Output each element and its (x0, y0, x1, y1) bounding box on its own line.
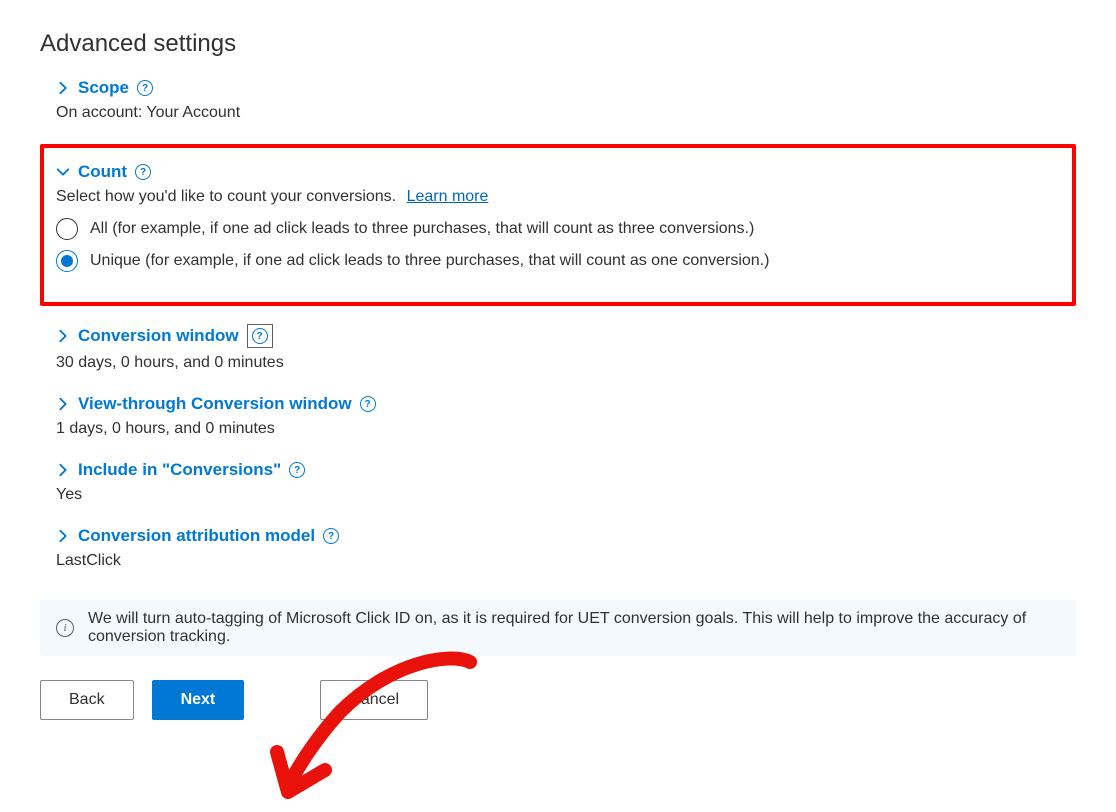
section-conversion-window: Conversion window ? 30 days, 0 hours, an… (40, 324, 1076, 372)
button-row: Back Next Cancel (40, 680, 1076, 720)
radio-icon[interactable] (56, 250, 78, 272)
help-icon-boxed[interactable]: ? (247, 324, 273, 348)
info-icon: i (56, 619, 74, 637)
chevron-right-icon (56, 463, 70, 477)
chevron-down-icon (56, 165, 70, 179)
help-icon[interactable]: ? (323, 528, 339, 544)
radio-option-all[interactable]: All (for example, if one ad click leads … (56, 218, 1060, 240)
chevron-right-icon (56, 329, 70, 343)
include-header[interactable]: Include in "Conversions" ? (56, 460, 1076, 480)
section-scope: Scope ? On account: Your Account (40, 78, 1076, 122)
scope-label: Scope (78, 78, 129, 98)
include-label: Include in "Conversions" (78, 460, 281, 480)
attribution-header[interactable]: Conversion attribution model ? (56, 526, 1076, 546)
count-label: Count (78, 162, 127, 182)
info-banner: i We will turn auto-tagging of Microsoft… (40, 600, 1076, 656)
chevron-right-icon (56, 397, 70, 411)
back-button[interactable]: Back (40, 680, 134, 720)
count-desc-text: Select how you'd like to count your conv… (56, 188, 396, 205)
help-icon[interactable]: ? (135, 164, 151, 180)
count-description: Select how you'd like to count your conv… (56, 188, 1060, 206)
chevron-right-icon (56, 81, 70, 95)
section-include-conversions: Include in "Conversions" ? Yes (40, 460, 1076, 504)
radio-label-all: All (for example, if one ad click leads … (90, 220, 754, 238)
conversion-window-header[interactable]: Conversion window ? (56, 324, 1076, 348)
count-header[interactable]: Count ? (56, 162, 1060, 182)
help-icon[interactable]: ? (289, 462, 305, 478)
learn-more-link[interactable]: Learn more (407, 188, 489, 205)
section-attribution: Conversion attribution model ? LastClick (40, 526, 1076, 570)
next-button[interactable]: Next (152, 680, 245, 720)
radio-label-unique: Unique (for example, if one ad click lea… (90, 252, 769, 270)
radio-icon[interactable] (56, 218, 78, 240)
conversion-window-value: 30 days, 0 hours, and 0 minutes (56, 354, 1076, 372)
chevron-right-icon (56, 529, 70, 543)
section-count-highlight: Count ? Select how you'd like to count y… (40, 144, 1076, 306)
attribution-label: Conversion attribution model (78, 526, 315, 546)
view-through-value: 1 days, 0 hours, and 0 minutes (56, 420, 1076, 438)
page-title: Advanced settings (40, 30, 1076, 58)
conversion-window-label: Conversion window (78, 326, 239, 346)
include-value: Yes (56, 486, 1076, 504)
view-through-header[interactable]: View-through Conversion window ? (56, 394, 1076, 414)
view-through-label: View-through Conversion window (78, 394, 352, 414)
attribution-value: LastClick (56, 552, 1076, 570)
section-view-through: View-through Conversion window ? 1 days,… (40, 394, 1076, 438)
scope-header[interactable]: Scope ? (56, 78, 1076, 98)
help-icon[interactable]: ? (360, 396, 376, 412)
scope-value: On account: Your Account (56, 104, 1076, 122)
annotation-arrow-icon (270, 642, 500, 812)
help-icon[interactable]: ? (137, 80, 153, 96)
cancel-button[interactable]: Cancel (320, 680, 428, 720)
radio-option-unique[interactable]: Unique (for example, if one ad click lea… (56, 250, 1060, 272)
info-banner-text: We will turn auto-tagging of Microsoft C… (88, 610, 1060, 646)
